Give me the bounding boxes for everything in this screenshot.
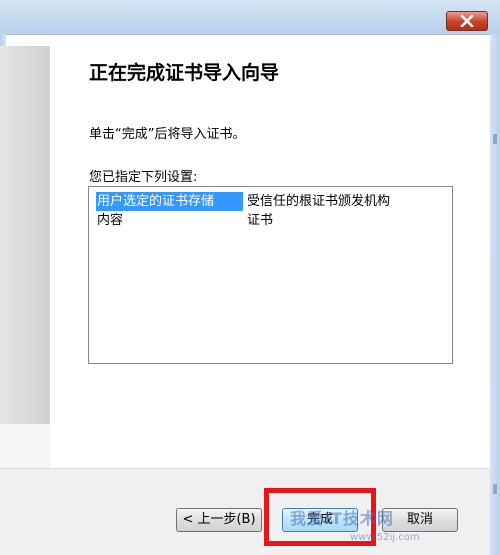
close-icon	[460, 15, 474, 27]
setting-value: 受信任的根证书颁发机构	[247, 194, 391, 209]
wizard-heading: 正在完成证书导入向导	[89, 62, 280, 84]
wizard-side-banner	[0, 46, 50, 424]
resize-grip[interactable]	[493, 134, 497, 144]
wizard-instruction: 单击“完成”后将导入证书。	[89, 127, 246, 142]
settings-label: 您已指定下列设置:	[89, 170, 198, 185]
watermark-url: www.52ij.com	[350, 532, 420, 543]
watermark-text: 我爱IT技术网	[290, 509, 394, 528]
window-frame-right[interactable]	[490, 34, 500, 555]
title-bar	[0, 0, 500, 35]
setting-key[interactable]: 用户选定的证书存储	[96, 192, 243, 211]
setting-key[interactable]: 内容	[96, 211, 243, 230]
settings-list[interactable]: 用户选定的证书存储 受信任的根证书颁发机构 内容 证书	[88, 186, 453, 364]
close-button[interactable]	[446, 11, 488, 31]
wizard-side-banner-bottom	[0, 424, 50, 468]
resize-grip[interactable]	[493, 484, 497, 494]
back-button[interactable]: < 上一步(B)	[176, 508, 262, 532]
setting-value: 证书	[247, 213, 274, 228]
